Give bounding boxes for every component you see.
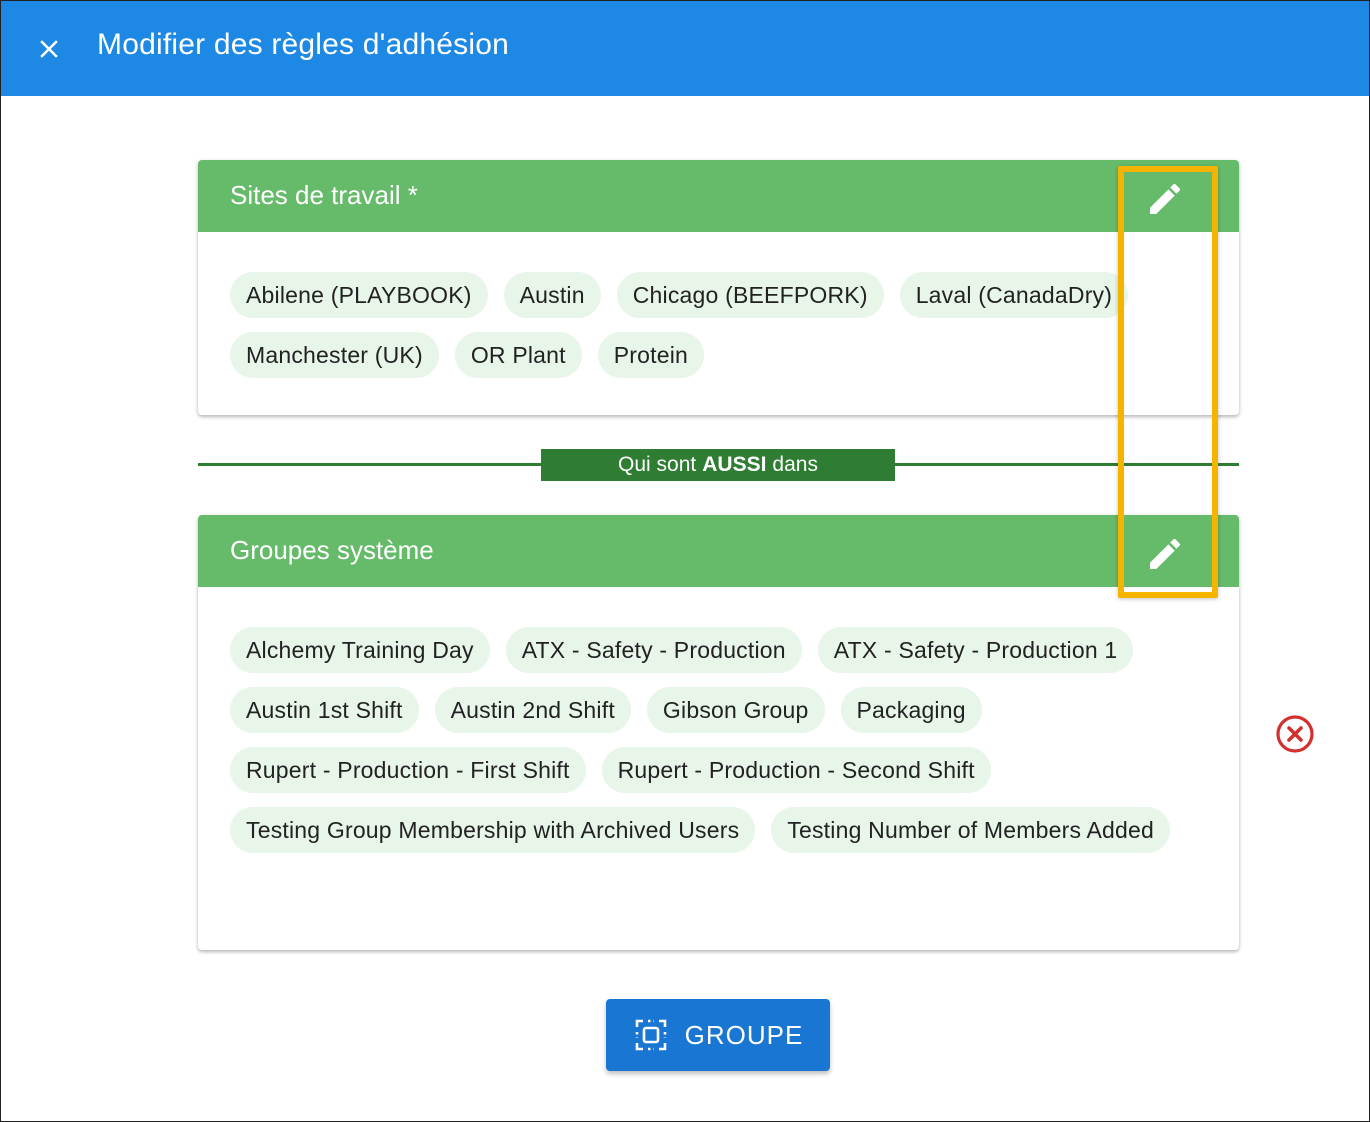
chip: Austin [503, 272, 601, 318]
chip: Rupert - Production - Second Shift [601, 747, 991, 793]
chip: Abilene (PLAYBOOK) [230, 272, 488, 318]
chip-list: Alchemy Training Day ATX - Safety - Produ… [230, 627, 1209, 853]
rule-card-header: Groupes système [198, 515, 1239, 587]
remove-rule-button[interactable] [1275, 714, 1315, 754]
chip: Alchemy Training Day [230, 627, 490, 673]
chip: Manchester (UK) [230, 332, 439, 378]
chip: Testing Group Membership with Archived U… [230, 807, 756, 853]
connector-prefix: Qui sont [618, 453, 697, 476]
dialog-title: Modifier des règles d'adhésion [97, 28, 509, 61]
rule-card-title: Sites de travail * [230, 180, 418, 210]
chip-list: Abilene (PLAYBOOK) Austin Chicago (BEEFPOR… [230, 272, 1209, 378]
rule-card-header: Sites de travail * [198, 160, 1239, 232]
pencil-icon [1150, 538, 1181, 569]
group-select-icon [635, 1019, 666, 1051]
pencil-icon [1150, 183, 1181, 214]
connector-emphasis: AUSSI [702, 453, 767, 476]
add-group-label: GROUPE [684, 1019, 804, 1050]
chip: ATX - Safety - Production 1 [817, 627, 1134, 673]
chip: Laval (CanadaDry) [899, 272, 1129, 318]
chip: Protein [597, 332, 705, 378]
connector-label: Qui sont AUSSI dans [541, 449, 895, 481]
close-icon [40, 40, 58, 58]
edit-system-groups-button[interactable] [1144, 533, 1186, 575]
connector-suffix: dans [772, 453, 818, 476]
chip: ATX - Safety - Production [505, 627, 802, 673]
chip: Chicago (BEEFPORK) [616, 272, 884, 318]
add-group-button[interactable]: GROUPE [606, 999, 830, 1071]
chip: Testing Number of Members Added [771, 807, 1170, 853]
dialog-header: Modifier des règles d'adhésion [1, 1, 1369, 96]
close-button[interactable] [29, 29, 69, 69]
chip: Gibson Group [646, 687, 825, 733]
remove-circle-icon [1276, 715, 1314, 753]
chip: OR Plant [454, 332, 582, 378]
chip: Rupert - Production - First Shift [230, 747, 586, 793]
rule-card-work-sites: Sites de travail * Abilene (PLAYBOOK) Aus… [198, 160, 1239, 415]
chip: Packaging [840, 687, 982, 733]
rule-card-system-groups: Groupes système Alchemy Training Day ATX … [198, 515, 1239, 950]
edit-work-sites-button[interactable] [1144, 178, 1186, 220]
chip: Austin 1st Shift [230, 687, 419, 733]
rule-card-title: Groupes système [230, 535, 434, 565]
chip: Austin 2nd Shift [434, 687, 631, 733]
